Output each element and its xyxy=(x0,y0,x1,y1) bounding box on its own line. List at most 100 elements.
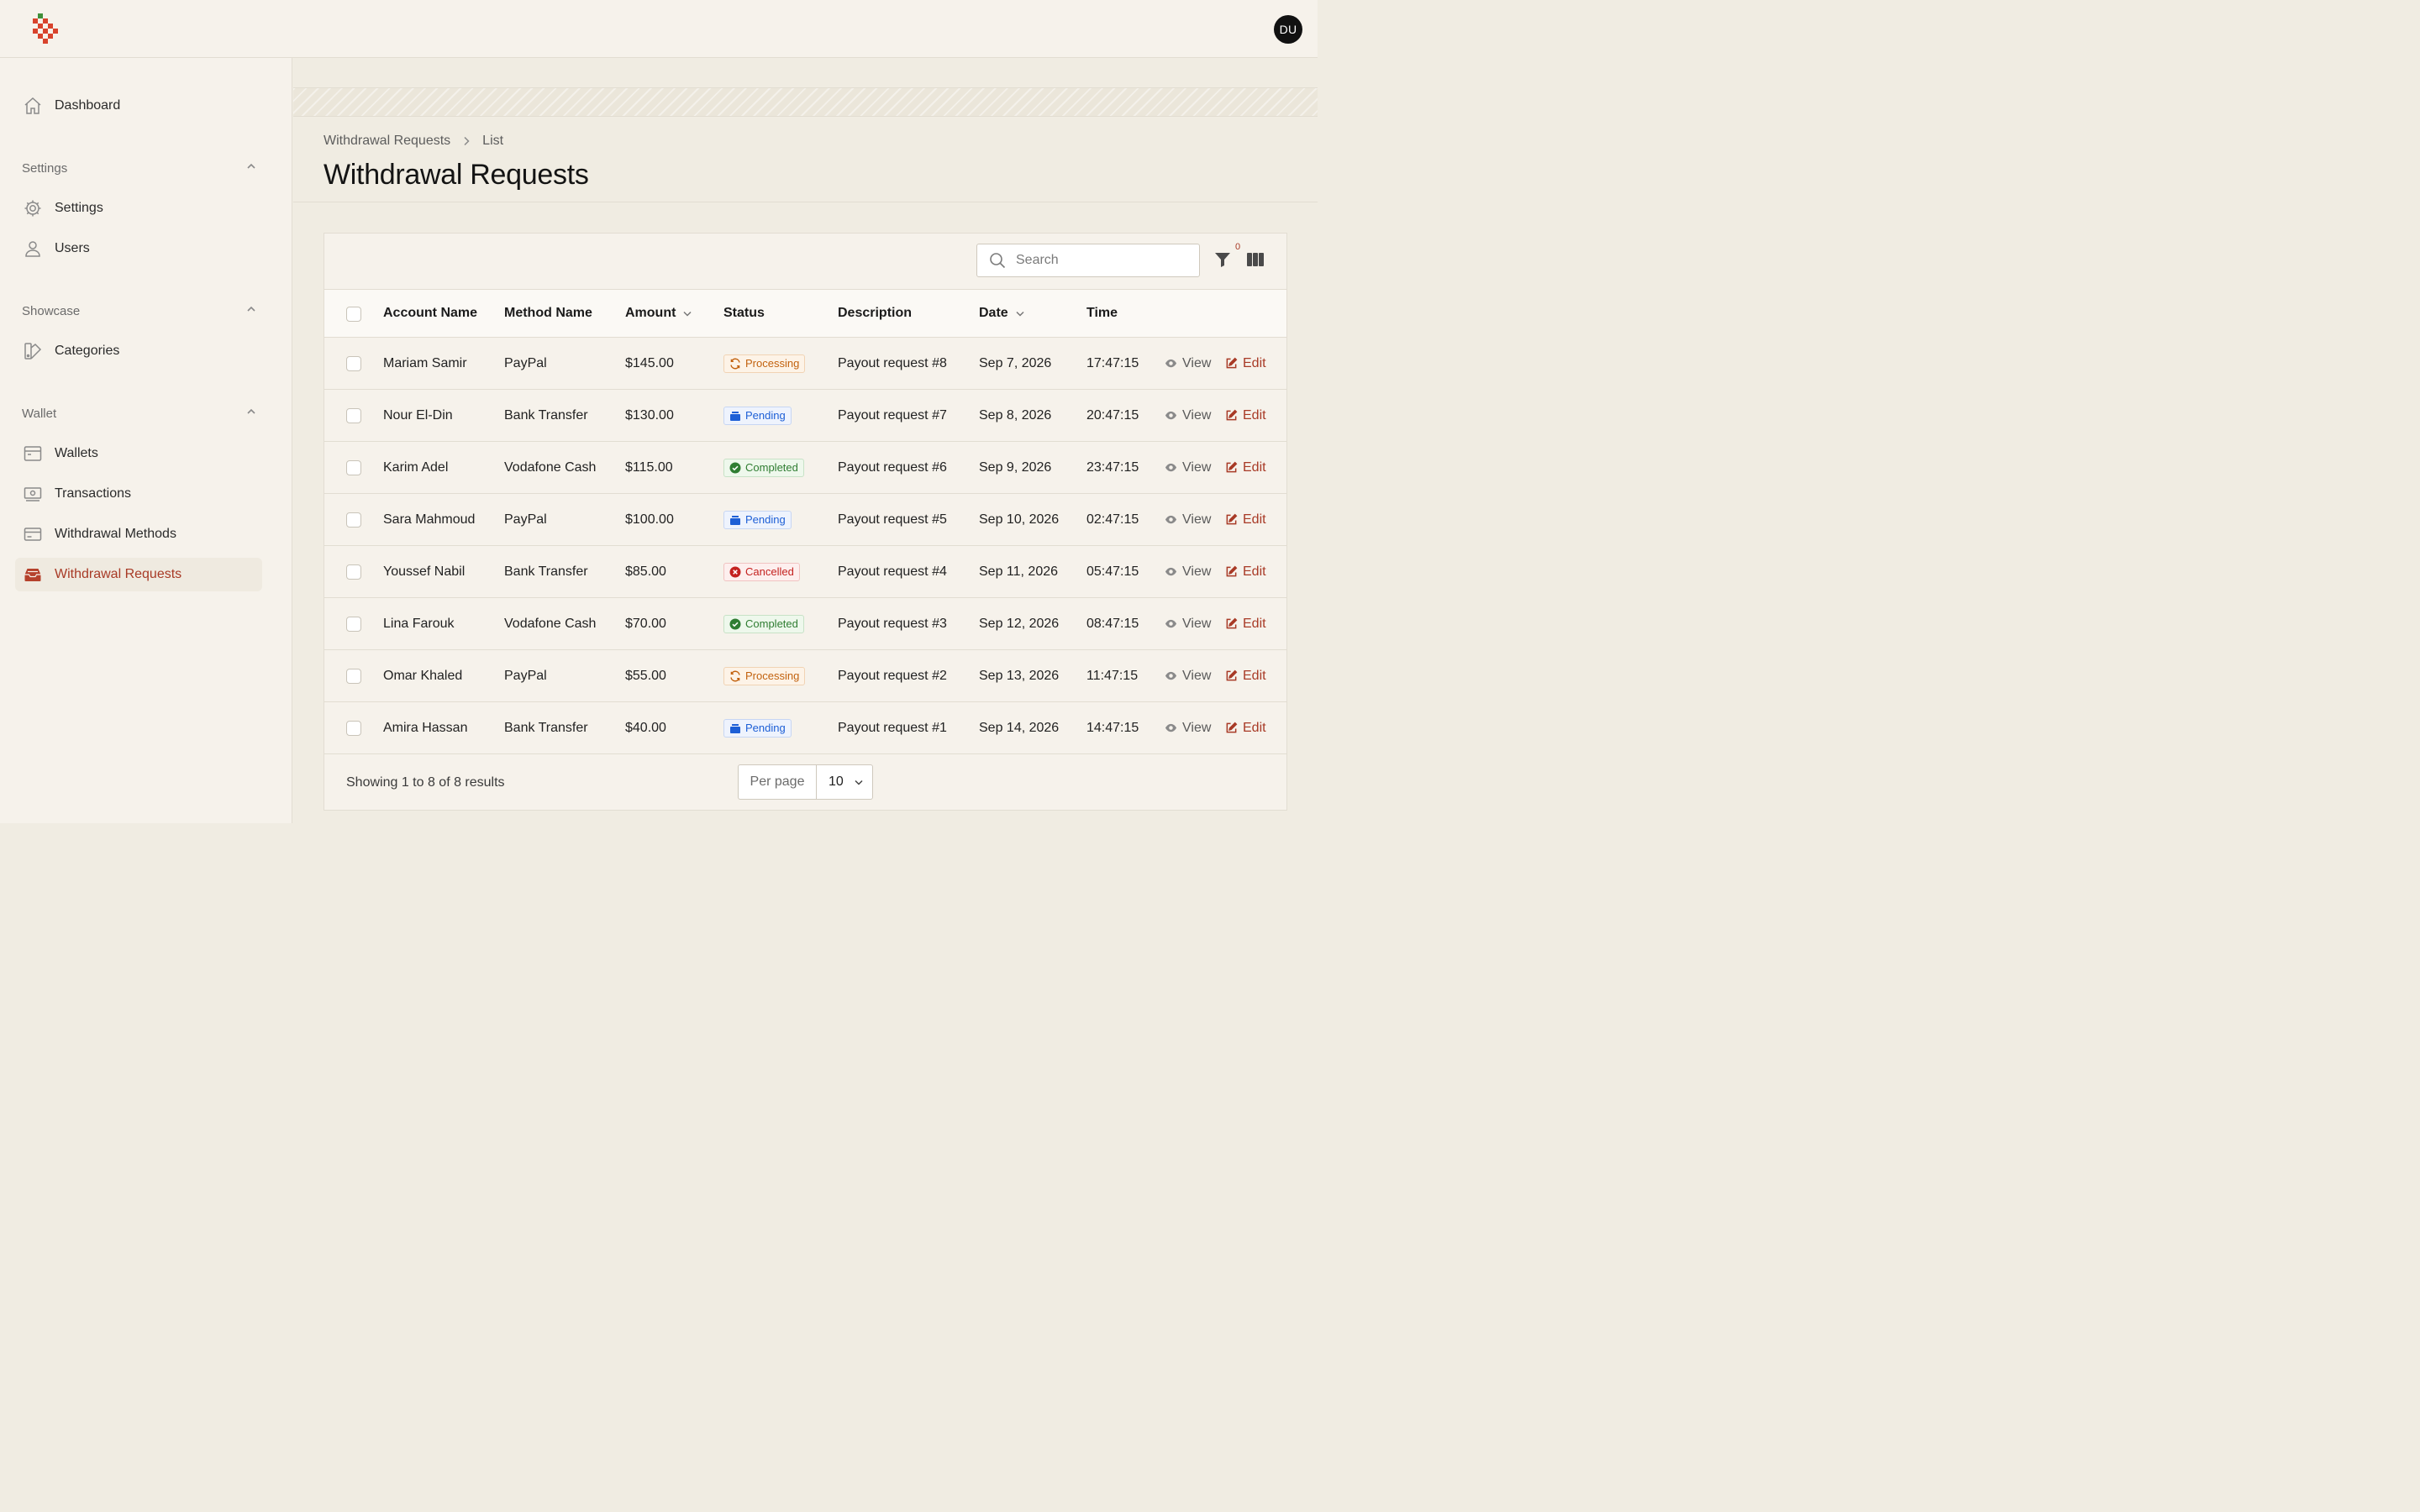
view-label: View xyxy=(1182,668,1212,683)
table-row: Sara Mahmoud PayPal $100.00 Pending Payout r… xyxy=(324,494,1286,546)
row-checkbox[interactable] xyxy=(346,512,361,528)
view-button[interactable]: View xyxy=(1165,702,1211,753)
sidebar-item-transactions[interactable]: Transactions xyxy=(15,477,262,511)
cell-description: Payout request #7 xyxy=(838,407,947,423)
sidebar-item-dashboard[interactable]: Dashboard xyxy=(15,89,262,123)
sidebar-item-label: Withdrawal Requests xyxy=(55,567,182,581)
app-root: DU Dashboard Settings Settings Users Sho… xyxy=(0,0,1318,823)
view-button[interactable]: View xyxy=(1165,546,1211,597)
cell-status: Cancelled xyxy=(723,546,800,597)
view-button[interactable]: View xyxy=(1165,494,1211,545)
arrows-rotate-icon xyxy=(729,358,741,370)
column-header-status[interactable]: Status xyxy=(723,290,765,337)
sidebar-item-categories[interactable]: Categories xyxy=(15,334,262,368)
view-label: View xyxy=(1182,616,1212,631)
chevron-down-icon xyxy=(1015,308,1025,318)
cell-time: 11:47:15 xyxy=(1086,668,1139,683)
pencil-square-icon xyxy=(1225,513,1238,526)
inbox-stack-icon xyxy=(22,564,44,585)
sidebar-item-withdrawal-requests[interactable]: Withdrawal Requests xyxy=(15,558,262,591)
select-all-checkbox[interactable] xyxy=(346,307,361,322)
pencil-square-icon xyxy=(1225,461,1238,474)
column-header-account[interactable]: Account Name xyxy=(383,290,477,337)
view-label: View xyxy=(1182,459,1212,475)
sidebar-item-users[interactable]: Users xyxy=(15,232,262,265)
per-page-value: 10 xyxy=(829,774,844,789)
edit-button[interactable]: Edit xyxy=(1225,650,1266,701)
edit-button[interactable]: Edit xyxy=(1225,338,1266,389)
column-header-time[interactable]: Time xyxy=(1086,290,1118,337)
cell-time: 14:47:15 xyxy=(1086,720,1139,735)
sidebar-group-label: Settings xyxy=(22,160,68,176)
status-badge: Cancelled xyxy=(723,562,800,581)
sidebar-group-wallet[interactable]: Wallet xyxy=(22,404,257,423)
row-checkbox[interactable] xyxy=(346,564,361,580)
edit-button[interactable]: Edit xyxy=(1225,598,1266,649)
filter-button[interactable] xyxy=(1213,250,1234,270)
view-button[interactable]: View xyxy=(1165,598,1211,649)
search-input[interactable] xyxy=(1014,252,1186,269)
column-header-description[interactable]: Description xyxy=(838,290,912,337)
search-icon xyxy=(989,252,1006,269)
per-page-dropdown[interactable]: 10 xyxy=(817,765,872,799)
cell-account: Amira Hassan xyxy=(383,720,468,735)
per-page-select[interactable]: Per page 10 xyxy=(738,764,873,800)
column-header-date[interactable]: Date xyxy=(979,290,1025,337)
column-header-method[interactable]: Method Name xyxy=(504,290,592,337)
pencil-square-icon xyxy=(1225,565,1238,578)
status-label: Completed xyxy=(745,617,798,630)
row-checkbox[interactable] xyxy=(346,617,361,632)
edit-label: Edit xyxy=(1243,616,1266,631)
toggle-columns-button[interactable] xyxy=(1246,252,1266,270)
pencil-square-icon xyxy=(1225,617,1238,630)
edit-button[interactable]: Edit xyxy=(1225,494,1266,545)
cell-status: Completed xyxy=(723,442,804,493)
cell-time: 17:47:15 xyxy=(1086,355,1139,370)
status-label: Pending xyxy=(745,513,786,526)
breadcrumb-link[interactable]: Withdrawal Requests xyxy=(324,134,450,149)
row-checkbox[interactable] xyxy=(346,721,361,736)
edit-button[interactable]: Edit xyxy=(1225,702,1266,753)
page-header: Withdrawal Requests List Withdrawal Requ… xyxy=(293,117,1318,202)
cell-amount: $115.00 xyxy=(625,459,673,475)
column-header-label: Amount xyxy=(625,306,676,320)
row-checkbox[interactable] xyxy=(346,669,361,684)
row-checkbox[interactable] xyxy=(346,356,361,371)
column-header-label: Date xyxy=(979,306,1008,320)
sidebar-item-label: Transactions xyxy=(55,486,131,501)
cell-time: 20:47:15 xyxy=(1086,407,1139,423)
row-checkbox[interactable] xyxy=(346,408,361,423)
user-avatar[interactable]: DU xyxy=(1274,15,1302,44)
cell-description: Payout request #3 xyxy=(838,616,947,631)
sidebar-item-wallets[interactable]: Wallets xyxy=(15,437,262,470)
sidebar-item-withdrawal-methods[interactable]: Withdrawal Methods xyxy=(15,517,262,551)
eye-icon xyxy=(1165,357,1177,370)
cell-date: Sep 11, 2026 xyxy=(979,564,1059,579)
results-summary: Showing 1 to 8 of 8 results xyxy=(346,775,505,790)
cell-account: Omar Khaled xyxy=(383,668,463,683)
sidebar-item-label: Categories xyxy=(55,344,120,358)
cell-method: Bank Transfer xyxy=(504,720,588,735)
edit-button[interactable]: Edit xyxy=(1225,442,1266,493)
status-label: Processing xyxy=(745,357,800,370)
eye-icon xyxy=(1165,513,1177,526)
edit-button[interactable]: Edit xyxy=(1225,546,1266,597)
cell-amount: $145.00 xyxy=(625,355,674,370)
eye-icon xyxy=(1165,409,1177,422)
edit-button[interactable]: Edit xyxy=(1225,390,1266,441)
cell-description: Payout request #5 xyxy=(838,512,947,527)
search-field[interactable] xyxy=(976,244,1200,277)
column-header-amount[interactable]: Amount xyxy=(625,290,692,337)
pencil-square-icon xyxy=(1225,669,1238,682)
sidebar-group-showcase[interactable]: Showcase xyxy=(22,302,257,320)
sidebar-group-settings[interactable]: Settings xyxy=(22,159,257,177)
cell-amount: $70.00 xyxy=(625,616,666,631)
sidebar-item-settings[interactable]: Settings xyxy=(15,192,262,225)
view-button[interactable]: View xyxy=(1165,650,1211,701)
view-button[interactable]: View xyxy=(1165,442,1211,493)
brand-logo[interactable] xyxy=(31,13,58,45)
view-button[interactable]: View xyxy=(1165,338,1211,389)
view-label: View xyxy=(1182,512,1212,527)
view-button[interactable]: View xyxy=(1165,390,1211,441)
row-checkbox[interactable] xyxy=(346,460,361,475)
